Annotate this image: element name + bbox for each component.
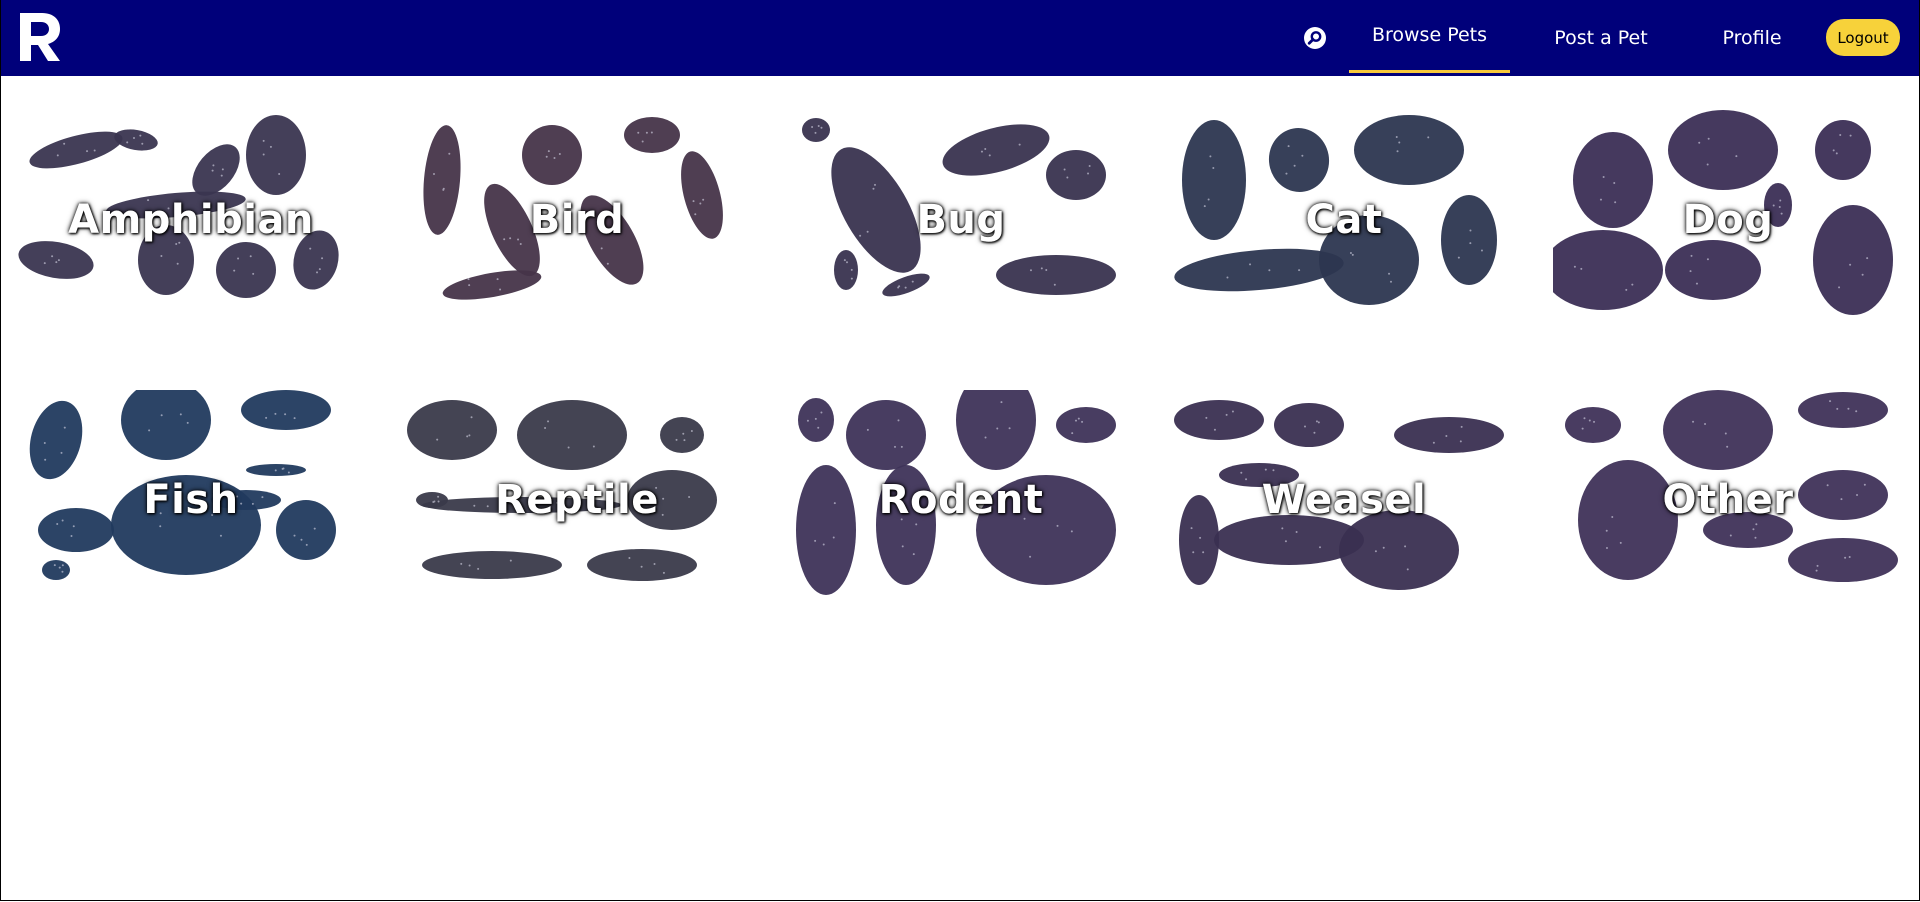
animal-silhouette <box>1565 407 1621 443</box>
category-tile-amphibian[interactable]: Amphibian <box>16 110 366 330</box>
animal-silhouette <box>42 560 70 580</box>
category-tile-other[interactable]: Other <box>1553 390 1903 610</box>
nav-profile-link[interactable]: Profile <box>1708 0 1796 76</box>
animal-silhouette <box>522 125 582 185</box>
animal-silhouette <box>1174 248 1344 292</box>
logout-button[interactable]: Logout <box>1826 19 1900 56</box>
category-label: Amphibian <box>68 197 314 243</box>
animal-silhouette <box>29 400 83 480</box>
category-label: Bird <box>529 197 625 243</box>
animal-silhouette <box>1174 400 1264 440</box>
animal-silhouette <box>517 400 627 470</box>
category-tile-dog[interactable]: Dog <box>1553 110 1903 330</box>
category-label: Reptile <box>495 477 659 523</box>
top-navbar: Browse Pets Post a Pet Profile Logout <box>0 0 1920 76</box>
animal-silhouette <box>942 124 1050 176</box>
animal-silhouette <box>1788 538 1898 582</box>
category-tile-cat[interactable]: Cat <box>1169 110 1519 330</box>
animal-silhouette <box>1394 417 1504 453</box>
animal-silhouette <box>422 551 562 579</box>
animal-silhouette <box>1815 120 1871 180</box>
category-label: Other <box>1662 477 1794 523</box>
category-tile-weasel[interactable]: Weasel <box>1169 390 1519 610</box>
animal-silhouette <box>834 250 858 290</box>
animal-silhouette <box>1665 240 1761 300</box>
category-tile-fish[interactable]: Fish <box>16 390 366 610</box>
category-label: Cat <box>1305 197 1383 243</box>
category-label: Fish <box>143 477 239 523</box>
category-label: Weasel <box>1261 477 1427 523</box>
animal-silhouette <box>407 400 497 460</box>
nav-post-a-pet-link[interactable]: Post a Pet <box>1538 0 1664 76</box>
animal-silhouette <box>624 117 680 153</box>
letter-r-logo-icon[interactable] <box>16 11 64 63</box>
category-label: Rodent <box>878 477 1044 523</box>
animal-silhouette <box>798 398 834 442</box>
animal-silhouette <box>216 242 276 298</box>
animal-silhouette <box>1354 115 1464 185</box>
animal-silhouette <box>1274 403 1344 447</box>
animal-silhouette <box>114 129 158 151</box>
animal-silhouette <box>121 390 211 460</box>
animal-silhouette <box>956 390 1036 470</box>
animal-silhouette <box>1668 110 1778 190</box>
animal-silhouette <box>996 255 1116 295</box>
category-tile-bug[interactable]: Bug <box>786 110 1136 330</box>
animal-silhouette <box>1663 390 1773 470</box>
category-tile-rodent[interactable]: Rodent <box>786 390 1136 610</box>
category-label: Bug <box>916 197 1006 243</box>
nav-browse-pets-link[interactable]: Browse Pets <box>1349 0 1510 73</box>
category-tile-bird[interactable]: Bird <box>402 110 752 330</box>
animal-silhouette <box>1056 407 1116 443</box>
animal-silhouette <box>587 549 697 581</box>
animal-silhouette <box>1268 128 1330 192</box>
search-icon[interactable] <box>1303 26 1327 50</box>
animal-silhouette <box>802 118 830 142</box>
category-label: Dog <box>1682 197 1774 243</box>
animal-silhouette <box>241 390 331 430</box>
animal-silhouette <box>660 417 704 453</box>
animal-silhouette <box>1046 150 1106 200</box>
animal-silhouette <box>846 400 926 470</box>
animal-silhouette <box>29 131 123 169</box>
animal-silhouette <box>882 273 930 297</box>
category-tile-reptile[interactable]: Reptile <box>402 390 752 610</box>
animal-silhouette <box>1798 392 1888 428</box>
animal-silhouette <box>246 115 306 195</box>
